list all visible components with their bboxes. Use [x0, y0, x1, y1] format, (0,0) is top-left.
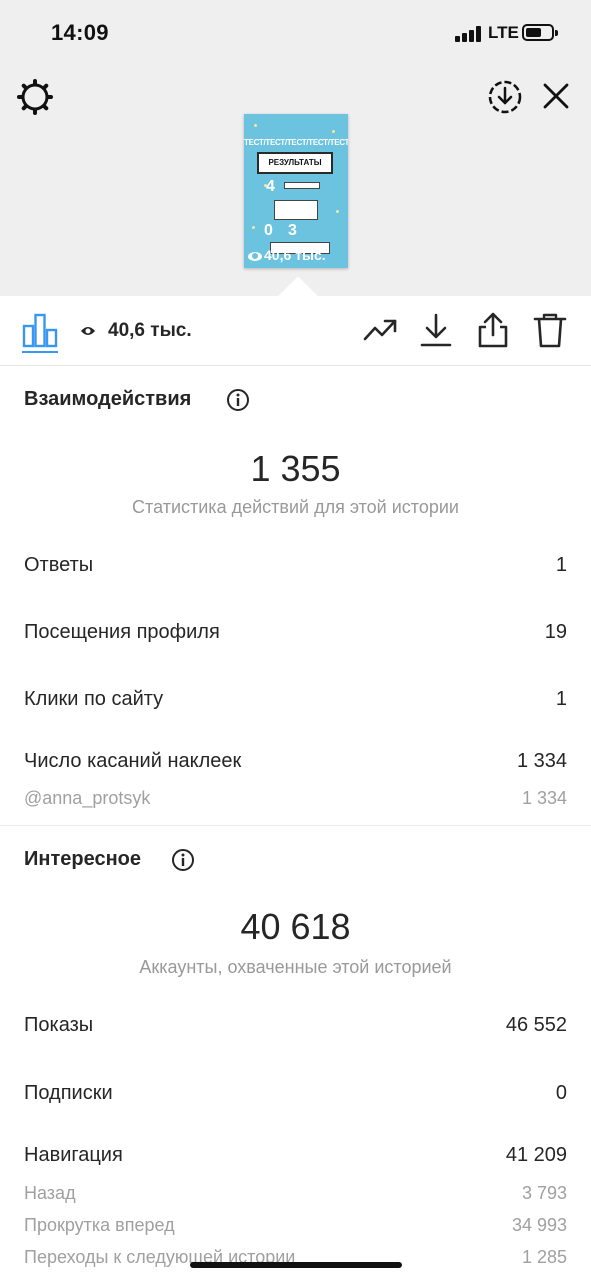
insights-tabbar: 40,6 тыс. [0, 296, 591, 366]
thumbnail-views-label: 40,6 тыс. [264, 247, 326, 263]
discovery-total: 40 618 [240, 906, 351, 947]
thumbnail-number: 3 [288, 222, 297, 239]
thumbnail-card [284, 182, 320, 189]
discovery-caption: Аккаунты, охваченные этой историей [139, 957, 452, 977]
eye-icon [248, 251, 262, 261]
eye-icon [81, 327, 95, 335]
discovery-title: Интересное [24, 848, 141, 870]
download-icon[interactable] [418, 312, 454, 348]
thumbnail-number: 4 [266, 178, 275, 195]
thumbnail-stripe-text: ТЕСТ/ТЕСТ/ТЕСТ/ТЕСТ/ТЕСТ [244, 138, 348, 147]
stat-value-sticker-taps: 1 334 [516, 750, 567, 772]
save-download-icon[interactable] [486, 78, 524, 116]
stat-label-navigation: Навигация [24, 1144, 123, 1166]
stat-label-sticker-taps: Число касаний наклеек [24, 750, 242, 772]
stat-label-impressions: Показы [24, 1014, 94, 1036]
share-icon[interactable] [475, 312, 511, 348]
thumbnail-card [274, 200, 318, 220]
promote-trend-icon[interactable] [362, 312, 398, 348]
thumbnail-title-box: РЕЗУЛЬТАТЫ [257, 152, 333, 174]
nav-value-back: 3 793 [521, 1183, 567, 1203]
discovery-section: Интересное 40 618 Аккаунты, охваченные э… [0, 826, 591, 1267]
views-count: 40,6 тыс. [108, 320, 192, 341]
signal-icon [455, 26, 483, 42]
story-header: ТЕСТ/ТЕСТ/ТЕСТ/ТЕСТ/ТЕСТ РЕЗУЛЬТАТЫ 4 0 … [0, 66, 591, 296]
interactions-total: 1 355 [250, 448, 341, 489]
status-time: 14:09 [51, 20, 109, 45]
home-indicator [190, 1262, 402, 1268]
nav-value-next-story: 1 285 [521, 1247, 567, 1267]
interactions-section: Взаимодействия 1 355 Статистика действий… [0, 366, 591, 826]
delete-trash-icon[interactable] [532, 312, 568, 348]
sticker-mention-label[interactable]: @anna_protsyk [24, 788, 150, 809]
network-label: LTE [488, 23, 519, 42]
info-icon[interactable] [171, 848, 195, 872]
stat-label-profile-visits: Посещения профиля [24, 621, 220, 643]
settings-gear-icon[interactable] [16, 78, 54, 116]
stat-value-website-clicks: 1 [555, 688, 567, 710]
interactions-caption: Статистика действий для этой истории [132, 497, 459, 517]
stat-value-follows: 0 [555, 1082, 567, 1104]
interactions-title: Взаимодействия [24, 388, 192, 410]
nav-label-forward: Прокрутка вперед [24, 1215, 175, 1235]
thumbnail-views: 40,6 тыс. [248, 247, 326, 263]
nav-label-back: Назад [24, 1183, 76, 1203]
info-icon[interactable] [226, 388, 250, 412]
stat-label-website-clicks: Клики по сайту [24, 688, 164, 710]
stat-label-follows: Подписки [24, 1082, 113, 1104]
nav-value-forward: 34 993 [511, 1215, 567, 1235]
stat-value-impressions: 46 552 [505, 1014, 567, 1036]
stat-label-replies: Ответы [24, 554, 94, 576]
sticker-mention-value: 1 334 [521, 788, 567, 808]
status-bar: 14:09 LTE [0, 0, 591, 66]
story-thumbnail[interactable]: ТЕСТ/ТЕСТ/ТЕСТ/ТЕСТ/ТЕСТ РЕЗУЛЬТАТЫ 4 0 … [244, 114, 348, 268]
stat-value-replies: 1 [555, 554, 567, 576]
insights-bar-chart-icon[interactable] [22, 312, 58, 348]
stat-value-profile-visits: 19 [544, 621, 567, 643]
stat-value-navigation: 41 209 [505, 1144, 567, 1166]
active-tab-indicator [22, 351, 58, 353]
close-icon[interactable] [540, 80, 572, 112]
thumbnail-number: 0 [264, 222, 273, 239]
battery-icon [522, 24, 558, 41]
